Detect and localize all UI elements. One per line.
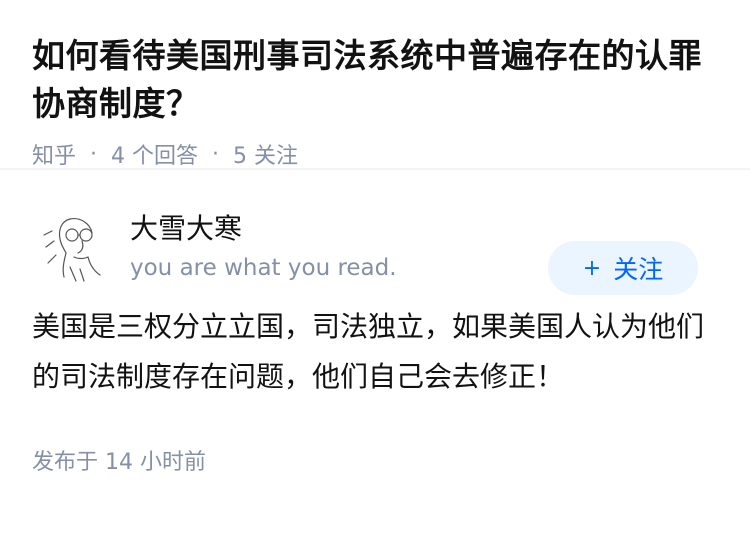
meta-separator: · (212, 141, 220, 167)
follow-label: 关注 (613, 255, 664, 284)
plus-icon: + (582, 255, 602, 281)
meta-separator: · (90, 141, 98, 167)
question-title[interactable]: 如何看待美国刑事司法系统中普遍存在的认罪协商制度？ (32, 32, 718, 128)
answer-content[interactable]: 美国是三权分立立国，司法独立，如果美国人认为他们的司法制度存在问题，他们自己会去… (32, 302, 718, 402)
answers-count[interactable]: 4 个回答 (111, 138, 198, 170)
source-label[interactable]: 知乎 (32, 138, 76, 170)
answer-card: 大雪大寒 you are what you read. + 关注 美国是三权分立… (0, 194, 750, 476)
question-meta: 知乎 · 4 个回答 · 5 关注 (32, 138, 718, 170)
question-header: 如何看待美国刑事司法系统中普遍存在的认罪协商制度？ 知乎 · 4 个回答 · 5… (0, 0, 750, 170)
publish-time: 发布于 14 小时前 (32, 450, 206, 475)
followers-count[interactable]: 5 关注 (233, 138, 298, 170)
follow-button[interactable]: + 关注 (548, 241, 698, 295)
avatar[interactable] (40, 211, 112, 283)
